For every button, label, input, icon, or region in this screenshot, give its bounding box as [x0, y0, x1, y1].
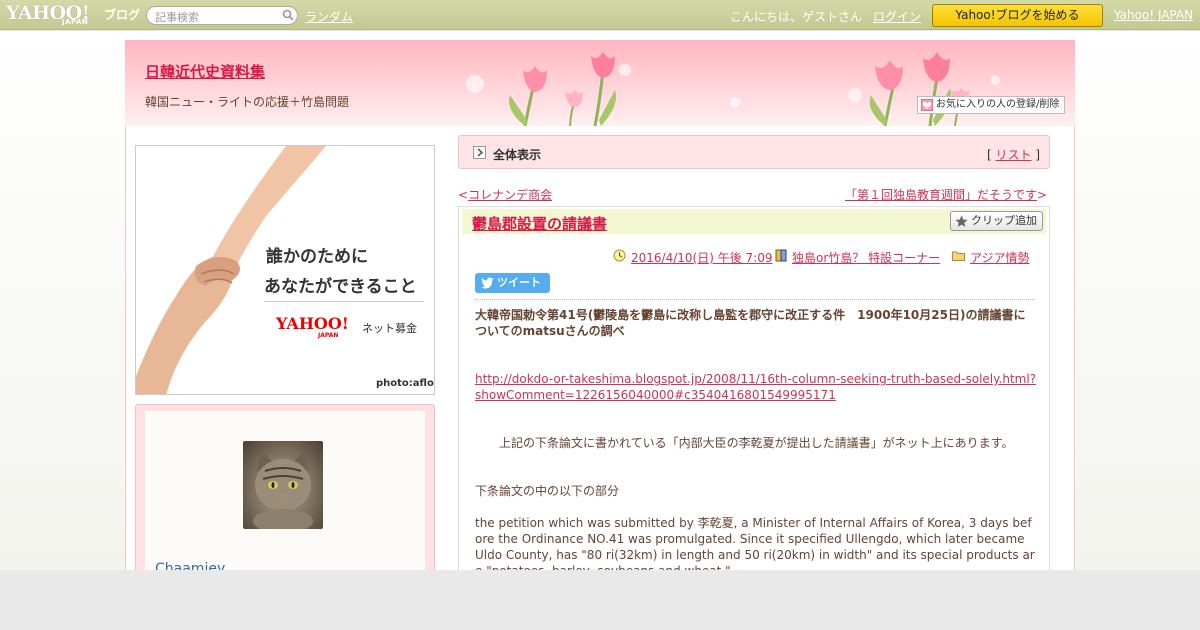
- banner-line2: あなたができること: [264, 277, 417, 297]
- article-divider: [475, 299, 1035, 300]
- next-arrow: >: [1037, 188, 1048, 202]
- article-title-link[interactable]: 鬱島郡設置の請議書: [472, 213, 607, 234]
- article-paragraph-quote: the petition which was submitted by 李乾夏,…: [475, 516, 1035, 575]
- clock-icon: [613, 249, 626, 262]
- list-bracket-close: ]: [1031, 148, 1040, 162]
- yahoo-japan-link[interactable]: Yahoo! JAPAN: [1114, 8, 1193, 22]
- section-title: 全体表示: [493, 148, 542, 162]
- favorite-register-button[interactable]: お気に入りの人の登録/削除: [917, 96, 1065, 114]
- handshake-illustration: [136, 146, 326, 394]
- logo-blog: ブログ: [104, 8, 141, 22]
- banner-yahoo-logo-sub: JAPAN: [318, 332, 339, 339]
- banner-line1: 誰かのために: [266, 247, 368, 267]
- section-header-bar: 全体表示 [ リスト ]: [458, 135, 1050, 169]
- avatar[interactable]: [243, 441, 323, 529]
- cat-avatar-image: [253, 449, 313, 529]
- tweet-label: ツイート: [497, 276, 541, 289]
- clip-add-label: クリップ追加: [971, 214, 1037, 227]
- blog-title-link[interactable]: 日韓近代史資料集: [145, 61, 265, 82]
- twitter-bird-icon: [481, 277, 494, 289]
- start-blog-button[interactable]: Yahoo!ブログを始める: [932, 4, 1103, 27]
- article-folder-link[interactable]: アジア情勢: [970, 249, 1030, 266]
- heart-icon: [921, 99, 933, 111]
- article-paragraph-quote-heading: 下条論文の中の以下の部分: [475, 484, 620, 498]
- net-bokin-banner[interactable]: 誰かのために あなたができること YAHOO! JAPAN ネット募金 phot…: [135, 145, 435, 395]
- article-box: 鬱島郡設置の請議書 クリップ追加 2016/4/10(日) 午後 7:09 独島…: [458, 206, 1050, 576]
- clip-add-button[interactable]: クリップ追加: [950, 211, 1043, 231]
- article-title-bar: 鬱島郡設置の請議書 クリップ追加: [462, 209, 1046, 234]
- profile-inner: Chaamiey: [145, 411, 425, 581]
- chevron-right-icon: [473, 146, 486, 159]
- greeting-text: こんにちは、ゲストさん: [730, 10, 863, 24]
- article-paragraph-note: 上記の下条論文に書かれている「内部大臣の李乾夏が提出した請議書」がネット上にあり…: [499, 436, 1014, 450]
- banner-divider: [264, 301, 424, 302]
- tweet-button[interactable]: ツイート: [475, 273, 550, 293]
- favorite-register-label: お気に入りの人の登録/削除: [936, 99, 1060, 110]
- yahoo-topbar: YAHOO! JAPAN ブログ 記事検索 ランダム こんにちは、ゲストさん ロ…: [0, 0, 1200, 30]
- star-icon: [955, 215, 968, 227]
- next-article-nav: 「第１回独島教育週間」だそうです>: [845, 186, 1047, 203]
- blog-description: 韓国ニュー・ライトの応援＋竹島問題: [145, 95, 350, 109]
- article-source-link[interactable]: http://dokdo-or-takeshima.blogspot.jp/20…: [475, 372, 1036, 402]
- article-body: 大韓帝国勅令第41号(鬱陵島を鬱島に改称し島監を郡守に改正する件 1900年10…: [475, 307, 1037, 575]
- prev-arrow: <: [458, 188, 469, 202]
- search-icon[interactable]: [282, 9, 294, 21]
- prev-article-nav: <コレナンデ商会: [458, 186, 552, 203]
- prev-article-link[interactable]: コレナンデ商会: [468, 188, 552, 202]
- search-input[interactable]: 記事検索: [146, 6, 298, 25]
- article-category-link[interactable]: 独島or竹島？ 特設コーナー: [792, 249, 940, 266]
- banner-photo-credit: photo:aflo: [376, 378, 434, 389]
- list-view-link[interactable]: リスト: [995, 148, 1031, 162]
- folder-icon: [952, 251, 965, 261]
- article-date-link[interactable]: 2016/4/10(日) 午後 7:09: [631, 249, 772, 266]
- banner-yahoo-logo: YAHOO!: [276, 314, 349, 333]
- profile-box: Chaamiey: [135, 404, 435, 581]
- logo-sub: JAPAN: [62, 18, 89, 26]
- random-link[interactable]: ランダム: [305, 8, 353, 25]
- login-link[interactable]: ログイン: [873, 8, 921, 25]
- blog-header: 日韓近代史資料集 韓国ニュー・ライトの応援＋竹島問題 お気に入りの人の登録/削除: [125, 40, 1075, 126]
- banner-bokin-text: ネット募金: [362, 322, 417, 335]
- bottom-band: [0, 570, 1200, 630]
- article-paragraph-intro: 大韓帝国勅令第41号(鬱陵島を鬱島に改称し島監を郡守に改正する件 1900年10…: [475, 308, 1026, 338]
- book-icon: [775, 249, 787, 262]
- section-list-wrapper: [ リスト ]: [987, 146, 1040, 163]
- next-article-link[interactable]: 「第１回独島教育週間」だそうです: [845, 188, 1037, 202]
